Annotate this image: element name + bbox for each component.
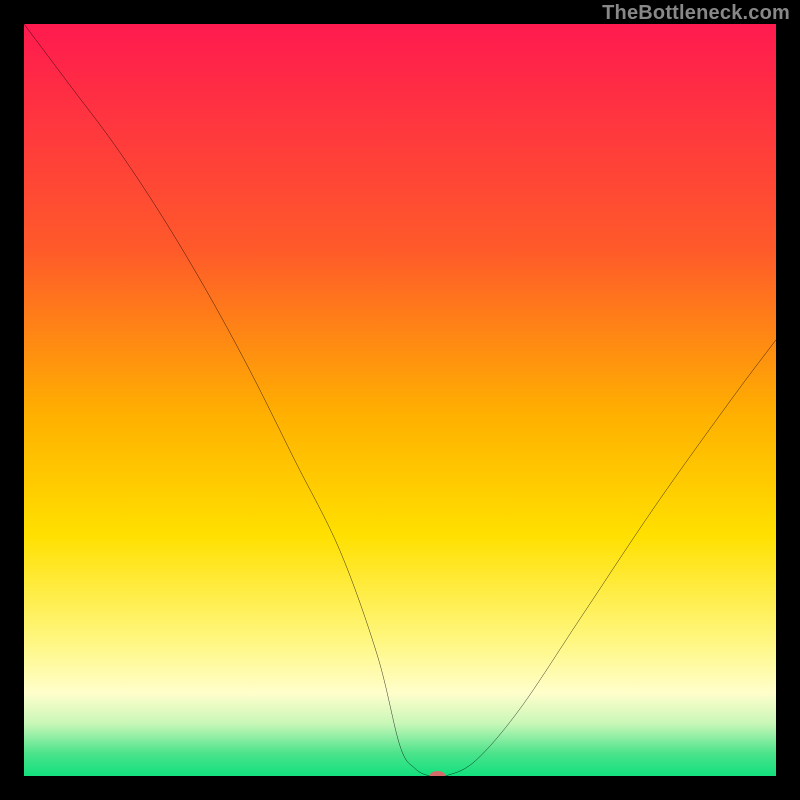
chart-frame: TheBottleneck.com	[0, 0, 800, 800]
chart-svg	[24, 24, 776, 776]
plot-area	[24, 24, 776, 776]
watermark-text: TheBottleneck.com	[602, 2, 790, 25]
chart-background	[24, 24, 776, 776]
